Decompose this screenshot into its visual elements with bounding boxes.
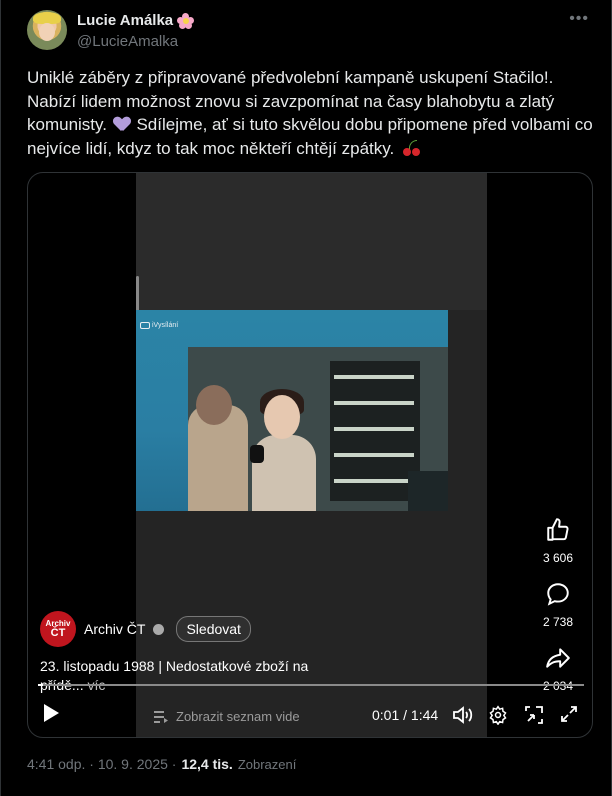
playlist-label: Zobrazit seznam vide <box>176 709 300 724</box>
post-card: Lucie Amálka @LucieAmalka ••• Uniklé záb… <box>0 0 612 796</box>
progress-fill <box>38 684 44 686</box>
like-count: 3 606 <box>542 551 574 565</box>
comment-icon[interactable] <box>545 581 571 607</box>
cherry-emoji-icon <box>402 139 421 156</box>
view-count: 12,4 tis. <box>181 756 233 772</box>
playlist-icon <box>154 710 168 723</box>
playlist-link[interactable]: Zobrazit seznam vide <box>154 709 300 724</box>
like-icon[interactable] <box>545 517 571 543</box>
play-icon[interactable] <box>42 703 60 723</box>
more-icon[interactable]: ••• <box>569 10 589 28</box>
video-player[interactable]: iVysílání 3 606 2 738 2 034 Archiv ČT Ar… <box>27 172 593 738</box>
verified-icon <box>153 623 165 635</box>
volume-icon[interactable] <box>452 705 474 725</box>
author-name[interactable]: Lucie Amálka <box>77 12 173 29</box>
post-text: Uniklé záběry z připravované předvolební… <box>27 66 597 160</box>
comment-count: 2 738 <box>542 615 574 629</box>
timestamp[interactable]: 4:41 odp. · 10. 9. 2025 · <box>27 756 176 772</box>
channel-name[interactable]: Archiv ČT <box>84 621 145 637</box>
ct-logo: iVysílání <box>140 322 178 329</box>
video-scene <box>188 347 448 511</box>
like-action[interactable]: 3 606 <box>538 517 578 565</box>
video-content[interactable]: iVysílání <box>136 310 448 511</box>
author-handle[interactable]: @LucieAmalka <box>77 33 178 50</box>
channel-row: Archiv ČT Archiv ČT Sledovat <box>40 611 251 647</box>
heart-emoji-icon <box>114 117 130 131</box>
fullscreen-icon[interactable] <box>560 705 578 723</box>
video-time: 0:01 / 1:44 <box>372 707 439 723</box>
pip-icon[interactable] <box>524 705 544 725</box>
author-name-row[interactable]: Lucie Amálka <box>77 12 195 29</box>
post-meta: 4:41 odp. · 10. 9. 2025 · 12,4 tis. Zobr… <box>27 756 296 772</box>
watermark: iVysílání <box>152 322 179 329</box>
follow-button[interactable]: Sledovat <box>176 616 251 642</box>
video-frame[interactable]: iVysílání <box>136 173 487 737</box>
video-controls: Zobrazit seznam vide 0:01 / 1:44 <box>28 673 592 737</box>
settings-icon[interactable] <box>488 705 508 725</box>
flower-emoji-icon <box>177 12 195 29</box>
share-icon[interactable] <box>545 645 571 671</box>
view-label: Zobrazení <box>237 757 297 772</box>
channel-avatar[interactable]: Archiv ČT <box>40 611 76 647</box>
channel-avatar-line2: ČT <box>50 626 66 639</box>
progress-bar[interactable] <box>38 684 584 686</box>
avatar[interactable] <box>27 10 67 50</box>
comment-action[interactable]: 2 738 <box>538 581 578 629</box>
